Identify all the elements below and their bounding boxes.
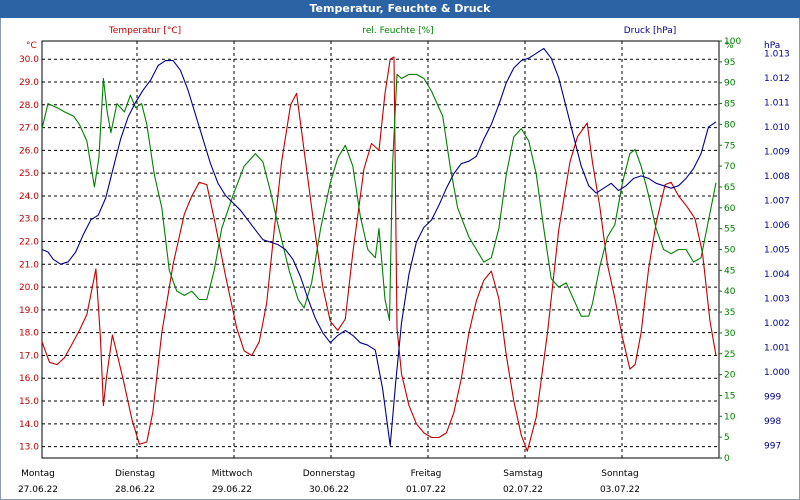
y-tick-pressure: 998 (764, 417, 781, 427)
y-tick-pressure: 1.005 (764, 246, 790, 256)
y-tick-pressure: 1.000 (764, 368, 790, 378)
x-tick-day: Samstag (503, 469, 542, 479)
y-tick-pressure: 1.003 (764, 295, 790, 305)
y-tick-temperature: 24.0 (19, 192, 39, 202)
x-tick-day: Sonntag (601, 469, 638, 479)
x-tick-date: 30.06.22 (309, 485, 349, 495)
y-tick-pressure: 997 (764, 442, 781, 452)
y-tick-pressure: 1.010 (764, 123, 790, 133)
y-axis-title-temperature: Temperatur [°C] (108, 26, 181, 36)
x-tick-date: 03.07.22 (600, 485, 640, 495)
y-tick-humidity: 60 (724, 204, 736, 214)
y-tick-pressure: 1.006 (764, 221, 790, 231)
y-axis-title-humidity: rel. Feuchte [%] (362, 26, 433, 36)
x-tick-date: 01.07.22 (406, 485, 446, 495)
y-tick-humidity: 25 (724, 350, 735, 360)
y-tick-humidity: 20 (724, 371, 736, 381)
y-tick-humidity: 45 (724, 266, 735, 276)
x-tick-day: Dienstag (115, 469, 155, 479)
y-tick-temperature: 19.0 (19, 306, 39, 316)
y-axis-unit-pressure: hPa (764, 41, 780, 51)
x-tick-date: 02.07.22 (503, 485, 543, 495)
y-tick-temperature: 25.0 (19, 169, 39, 179)
y-tick-pressure: 1.001 (764, 344, 790, 354)
y-tick-temperature: 23.0 (19, 215, 39, 225)
y-tick-temperature: 17.0 (19, 351, 39, 361)
y-tick-humidity: 30 (724, 329, 736, 339)
y-tick-humidity: 80 (724, 120, 736, 130)
x-tick-day: Mittwoch (212, 469, 253, 479)
y-tick-temperature: 27.0 (19, 124, 39, 134)
x-tick-date: 29.06.22 (212, 485, 252, 495)
y-tick-humidity: 85 (724, 100, 735, 110)
y-axis-unit-humidity: % (725, 41, 734, 51)
series-line-humidity (41, 73, 717, 321)
y-tick-temperature: 22.0 (19, 238, 39, 248)
y-tick-temperature: 21.0 (19, 260, 39, 270)
x-tick-day: Montag (21, 469, 55, 479)
y-tick-temperature: 28.0 (19, 101, 39, 111)
y-tick-humidity: 90 (724, 79, 736, 89)
x-tick-date: 28.06.22 (115, 485, 155, 495)
x-tick-date: 27.06.22 (18, 485, 58, 495)
y-tick-temperature: 30.0 (19, 55, 39, 65)
y-tick-pressure: 1.004 (764, 270, 790, 280)
y-tick-pressure: 1.007 (764, 196, 790, 206)
y-tick-humidity: 0 (724, 454, 730, 464)
y-tick-temperature: 18.0 (19, 329, 39, 339)
y-tick-humidity: 10 (724, 412, 736, 422)
y-tick-humidity: 55 (724, 225, 735, 235)
y-tick-humidity: 75 (724, 141, 735, 151)
y-tick-temperature: 26.0 (19, 146, 39, 156)
y-tick-pressure: 1.008 (764, 172, 790, 182)
y-tick-humidity: 95 (724, 58, 735, 68)
y-tick-temperature: 13.0 (19, 443, 39, 453)
y-tick-pressure: 1.011 (764, 98, 790, 108)
y-tick-humidity: 5 (724, 433, 730, 443)
y-axis-title-pressure: Druck [hPa] (624, 26, 677, 36)
y-tick-temperature: 16.0 (19, 374, 39, 384)
y-tick-temperature: 14.0 (19, 420, 39, 430)
series-line-temperature (41, 56, 717, 452)
x-tick-day: Freitag (411, 469, 442, 479)
y-tick-pressure: 999 (764, 393, 781, 403)
y-tick-temperature: 20.0 (19, 283, 39, 293)
y-tick-temperature: 15.0 (19, 397, 39, 407)
chart-canvas: 13.0 14.0 15.0 16.0 17.0 18.0 19.0 20.0 21.0 22.0… (18, 26, 790, 495)
y-tick-humidity: 65 (724, 183, 735, 193)
y-axis-unit-temperature: °C (26, 41, 37, 51)
x-tick-day: Donnerstag (303, 469, 356, 479)
y-tick-pressure: 1.002 (764, 319, 790, 329)
y-tick-pressure: 1.009 (764, 147, 790, 157)
y-tick-humidity: 15 (724, 391, 735, 401)
y-tick-temperature: 29.0 (19, 78, 39, 88)
y-tick-pressure: 1.012 (764, 74, 790, 84)
y-tick-humidity: 50 (724, 246, 736, 256)
y-tick-humidity: 70 (724, 162, 736, 172)
y-tick-humidity: 35 (724, 308, 735, 318)
y-tick-humidity: 40 (724, 287, 736, 297)
